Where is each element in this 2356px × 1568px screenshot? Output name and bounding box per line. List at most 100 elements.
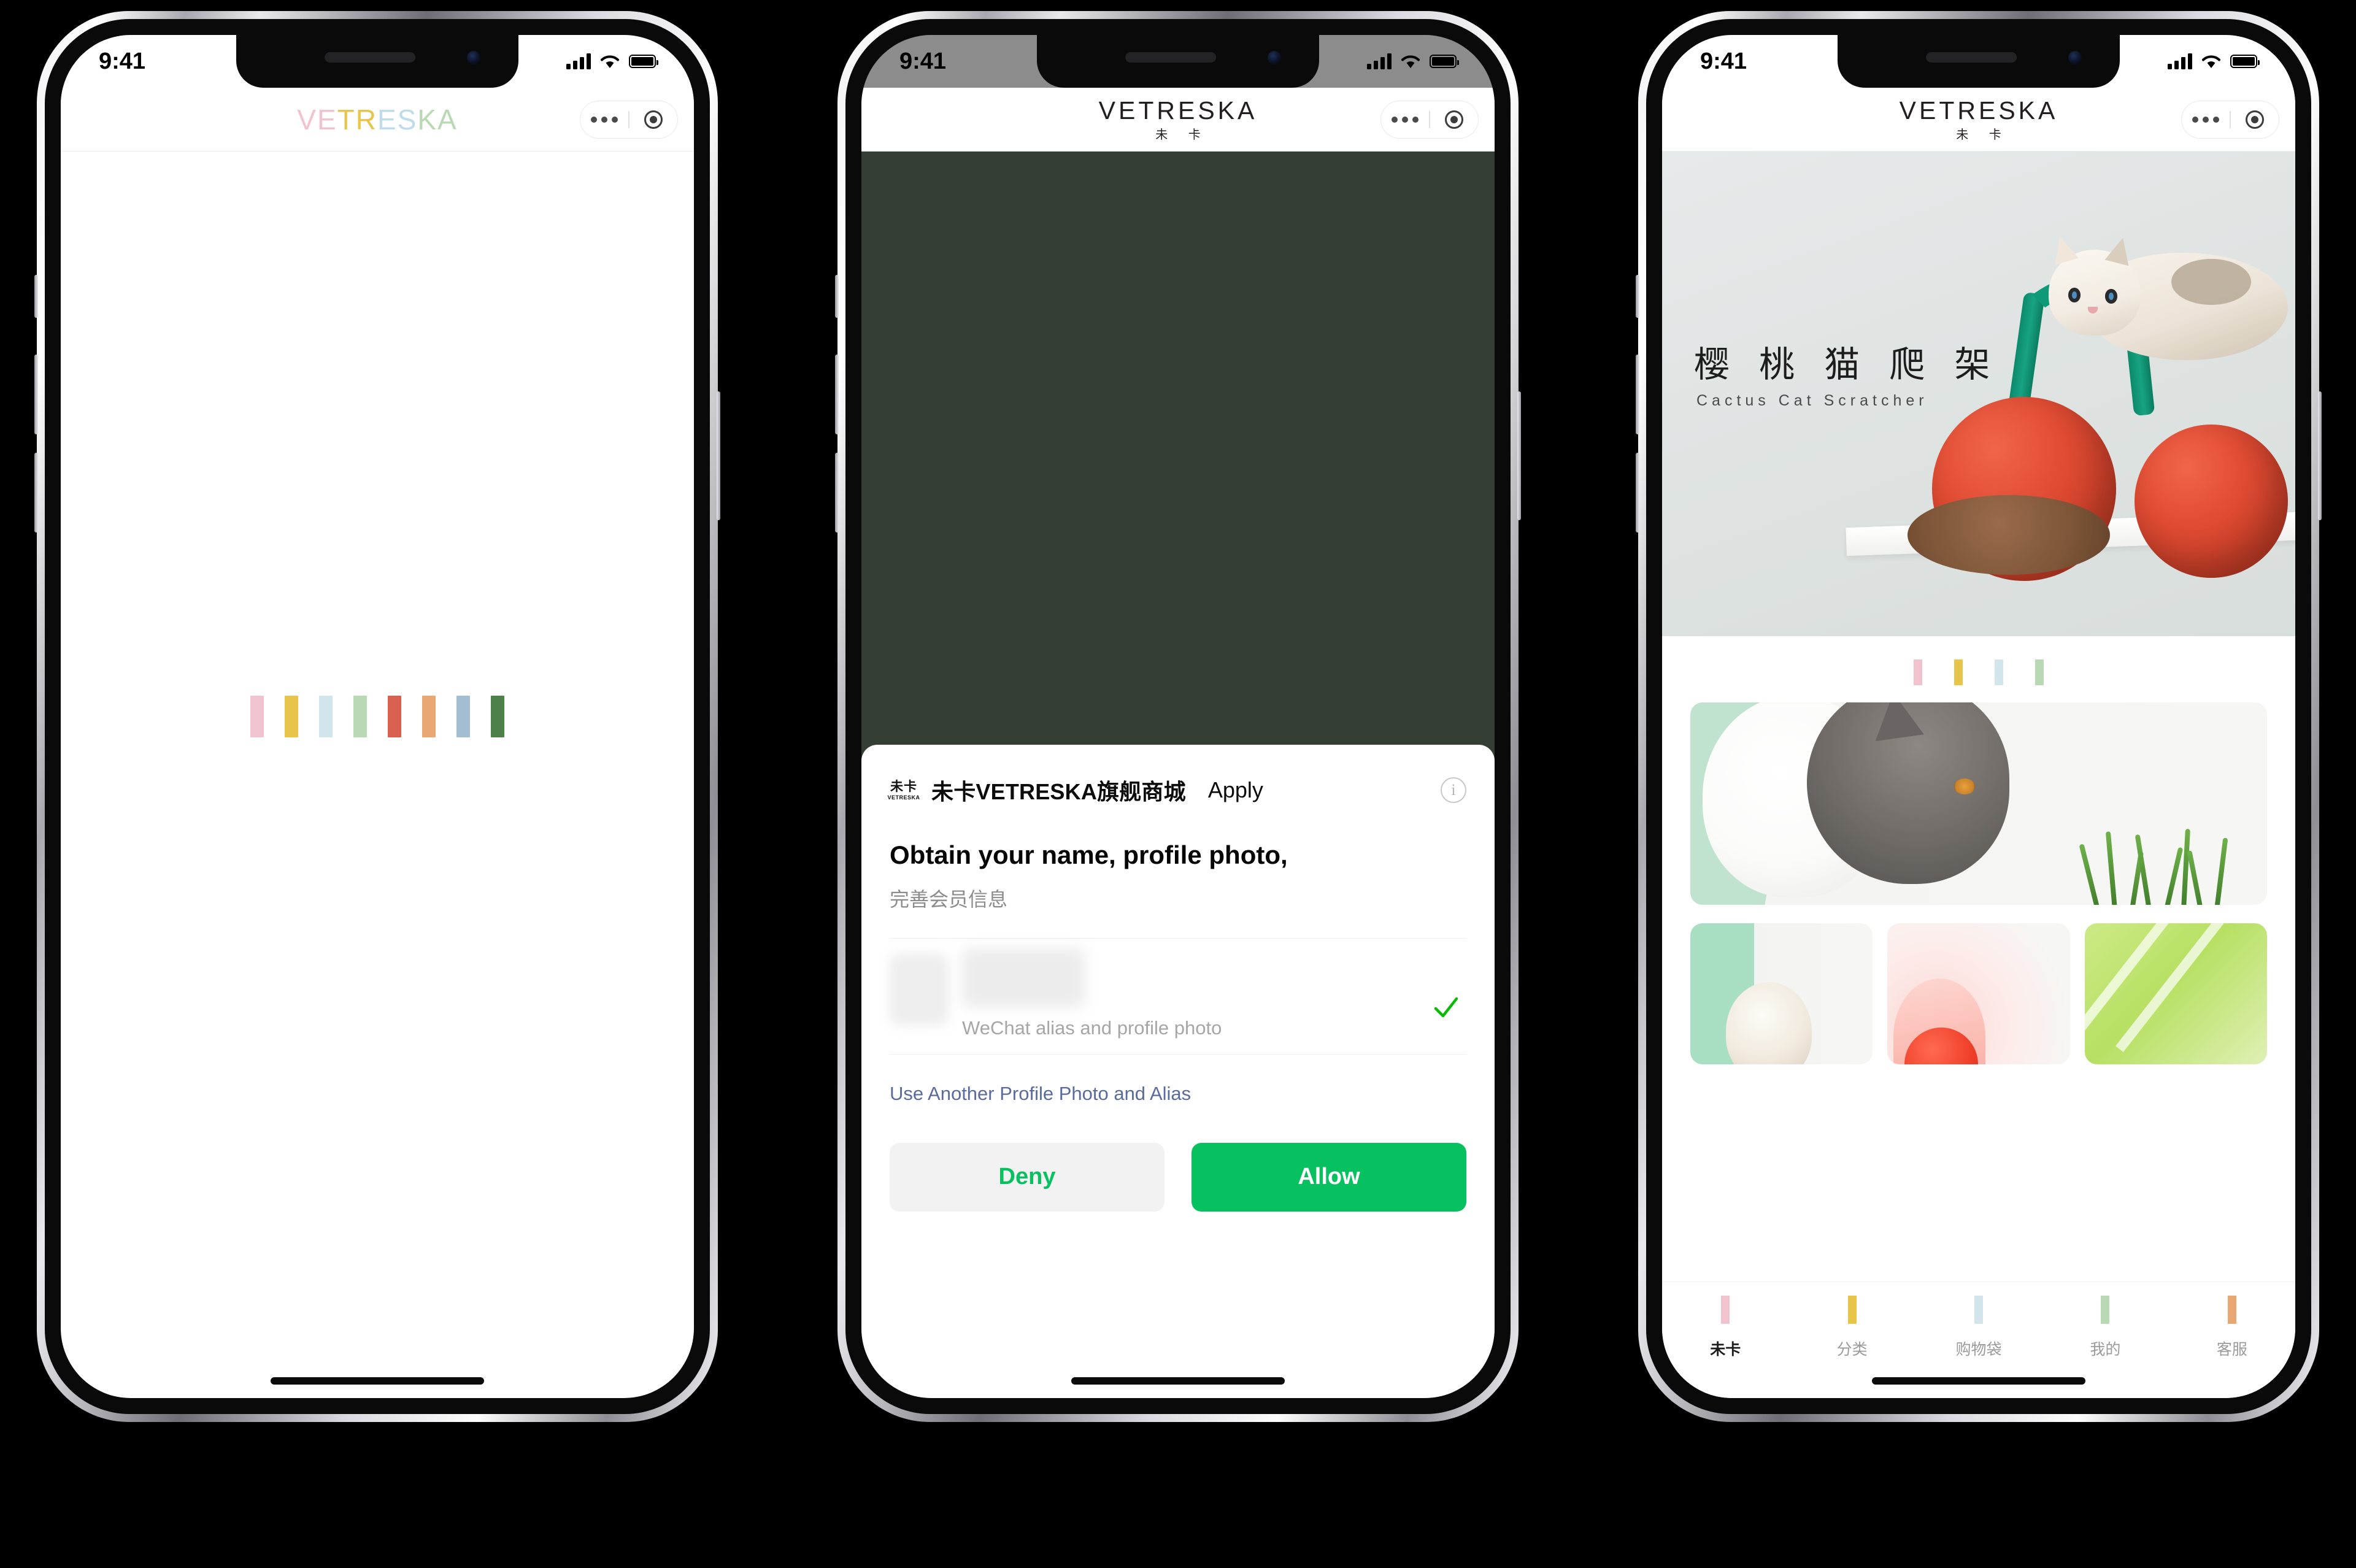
- phone-3-bezel: 樱 桃 猫 爬 架 Cactus Cat Scratcher VETRESKA …: [1646, 19, 2311, 1414]
- status-time: 9:41: [99, 48, 146, 74]
- tab-home[interactable]: 未卡: [1662, 1296, 1788, 1359]
- brand-word: VETRESKA: [1098, 96, 1258, 125]
- cellular-bars-icon: [566, 53, 591, 69]
- product-card[interactable]: [1690, 923, 1873, 1064]
- volume-down-button[interactable]: [835, 453, 839, 532]
- target-close-icon[interactable]: [2231, 110, 2279, 129]
- front-camera: [1268, 51, 1281, 64]
- target-close-icon[interactable]: [1430, 110, 1478, 129]
- info-circle-icon[interactable]: i: [1441, 777, 1466, 803]
- cat-eye-right: [2105, 289, 2117, 304]
- screenshot-stage: 9:41 VETRESKA VETRESKA 未 卡 9:41 未卡 VETRE…: [0, 0, 2356, 1568]
- divider-bar-2: [1995, 659, 2003, 685]
- allow-button[interactable]: Allow: [1191, 1142, 1466, 1212]
- status-icons: [1367, 53, 1459, 69]
- mute-switch[interactable]: [1636, 275, 1639, 318]
- cat-grass-blades: [2079, 828, 2230, 905]
- check-icon: [1434, 997, 1458, 1017]
- battery-full-icon: [1430, 55, 1459, 68]
- phone-2-navbar: VETRESKA 未 卡: [861, 88, 1495, 152]
- more-dots-icon[interactable]: [1381, 116, 1429, 123]
- sheet-action-row: Deny Allow: [890, 1142, 1466, 1212]
- volume-up-button[interactable]: [835, 355, 839, 434]
- cat-eye-left: [2068, 288, 2081, 302]
- phone-1-navbar: VETRESKA: [61, 88, 694, 152]
- product-card[interactable]: [2084, 923, 2267, 1064]
- cellular-bars-icon: [1367, 53, 1392, 69]
- tab-profile[interactable]: 我的: [2042, 1296, 2168, 1359]
- deny-button[interactable]: Deny: [890, 1142, 1165, 1212]
- home-indicator[interactable]: [1872, 1377, 2085, 1385]
- home-indicator[interactable]: [1071, 1377, 1285, 1385]
- mute-switch[interactable]: [34, 275, 38, 318]
- logo-letter-2: T: [337, 103, 356, 136]
- logo-letter-7: A: [437, 103, 458, 136]
- tab-label: 分类: [1836, 1341, 1868, 1358]
- cellular-bars-icon: [2168, 53, 2192, 69]
- power-button[interactable]: [1517, 391, 1521, 520]
- miniprogram-capsule[interactable]: [2181, 100, 2279, 139]
- brand-word: VETRESKA: [1899, 96, 2058, 125]
- volume-down-button[interactable]: [1636, 453, 1639, 532]
- front-camera: [467, 51, 480, 64]
- phone-1-frame: 9:41 VETRESKA: [34, 11, 720, 1422]
- volume-up-button[interactable]: [34, 355, 38, 434]
- profile-row[interactable]: WeChat alias and profile photo: [890, 937, 1466, 1055]
- mute-switch[interactable]: [835, 275, 839, 318]
- permission-subhead: 完善会员信息: [890, 888, 1008, 910]
- loader-bar-3: [353, 696, 367, 737]
- miniprogram-capsule[interactable]: [580, 100, 678, 139]
- tab-cart[interactable]: 购物袋: [1915, 1296, 2042, 1359]
- logo-letter-0: V: [297, 103, 317, 136]
- power-button[interactable]: [2318, 391, 2322, 520]
- hero-subtitle: Cactus Cat Scratcher: [1696, 392, 1928, 409]
- product-grid: [1662, 905, 2295, 1064]
- permission-headline: Obtain your name, profile photo,: [890, 840, 1288, 869]
- home-indicator[interactable]: [271, 1377, 484, 1385]
- tab-label: 购物袋: [1955, 1341, 2002, 1358]
- tab-category[interactable]: 分类: [1788, 1296, 1915, 1359]
- divider-bar-1: [1954, 659, 1963, 685]
- phone-2-screen: 点击授权微信登录，即刻获得 VETRESKA 未 卡: [861, 35, 1495, 1398]
- volume-down-button[interactable]: [34, 453, 38, 532]
- profile-row-label: WeChat alias and profile photo: [962, 1017, 1222, 1039]
- brand-cn: 未 卡: [1956, 128, 2010, 142]
- tab-support[interactable]: 客服: [2169, 1296, 2295, 1359]
- target-close-icon[interactable]: [629, 110, 677, 129]
- cat-amber-eye: [1954, 778, 1975, 794]
- status-time: 9:41: [1700, 48, 1747, 74]
- sheet-header: 未卡 VETRESKA 未卡VETRESKA旗舰商城 Apply i: [888, 774, 1466, 806]
- loader-bar-6: [456, 696, 470, 737]
- more-dots-icon[interactable]: [580, 116, 628, 123]
- loader-bar-1: [285, 696, 298, 737]
- cat-bed-pad: [1908, 495, 2110, 575]
- hero-banner[interactable]: 樱 桃 猫 爬 架 Cactus Cat Scratcher: [1662, 152, 2295, 636]
- home-bar-icon: [1721, 1296, 1730, 1324]
- home-content: [1662, 636, 2295, 1282]
- vetreska-color-logo: VETRESKA: [297, 106, 457, 134]
- earpiece-speaker: [1125, 52, 1217, 63]
- volume-up-button[interactable]: [1636, 355, 1639, 434]
- status-icons: [566, 53, 658, 69]
- cart-bar-icon: [1974, 1296, 1984, 1324]
- support-bar-icon: [2227, 1296, 2236, 1324]
- more-dots-icon[interactable]: [2182, 116, 2230, 123]
- hero-title: 樱 桃 猫 爬 架: [1694, 345, 2000, 385]
- earpiece-speaker: [1926, 52, 2017, 63]
- apply-label: Apply: [1207, 777, 1263, 802]
- miniprogram-capsule[interactable]: [1380, 100, 1479, 139]
- gray-cat-ear: [1869, 702, 1924, 742]
- section-divider-bars: [1662, 636, 2295, 702]
- use-another-profile-link[interactable]: Use Another Profile Photo and Alias: [890, 1083, 1466, 1105]
- category-bar-icon: [1847, 1296, 1857, 1324]
- tab-label: 客服: [2216, 1341, 2247, 1358]
- logo-letter-6: K: [417, 103, 438, 136]
- power-button[interactable]: [717, 391, 720, 520]
- feature-card[interactable]: [1690, 702, 2267, 905]
- phone-3-navbar: VETRESKA 未 卡: [1662, 88, 2295, 152]
- logo-letter-5: S: [397, 103, 418, 136]
- status-icons: [2168, 53, 2260, 69]
- divider-bar-0: [1914, 659, 1922, 685]
- product-card[interactable]: [1887, 923, 2070, 1064]
- avatar: [890, 953, 949, 1026]
